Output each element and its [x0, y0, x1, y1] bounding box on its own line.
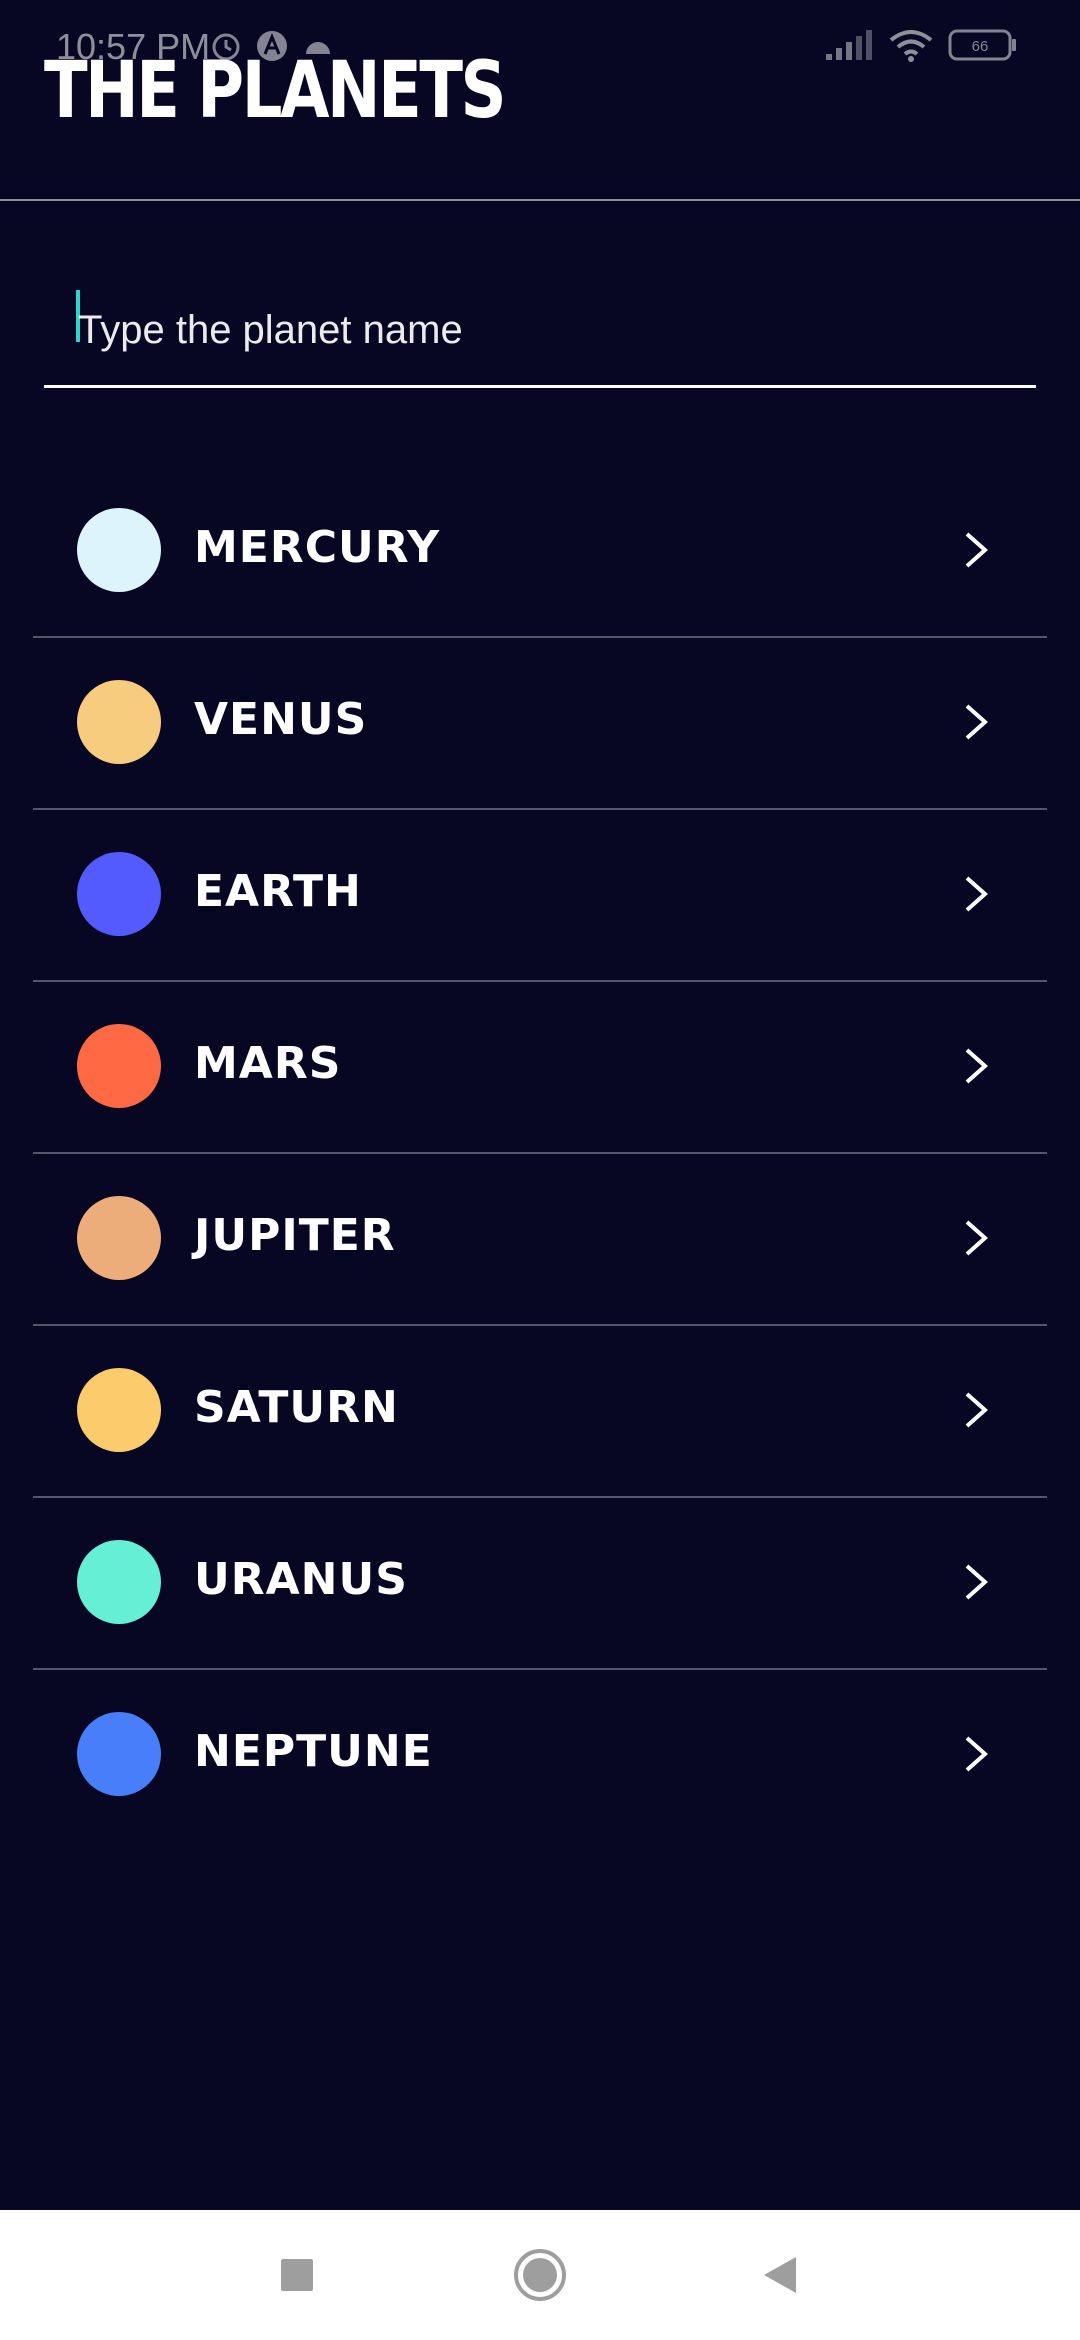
planet-name: NEPTUNE [194, 1726, 433, 1777]
planet-row-venus[interactable]: VENUS [33, 638, 1047, 810]
home-button[interactable] [505, 2240, 575, 2310]
recents-icon [281, 2259, 313, 2291]
planet-color-dot [77, 680, 161, 764]
planet-name: MERCURY [194, 522, 441, 573]
search-input[interactable] [78, 290, 1008, 370]
planet-color-dot [77, 1368, 161, 1452]
planet-color-dot [77, 1196, 161, 1280]
wifi-icon [889, 30, 933, 62]
planet-row-earth[interactable]: EARTH [33, 810, 1047, 982]
battery-level: 66 [972, 38, 989, 55]
planet-name: VENUS [194, 694, 368, 745]
chevron-right-icon [965, 1392, 989, 1428]
signal-icon [826, 30, 872, 60]
planet-color-dot [77, 1540, 161, 1624]
planet-row-mercury[interactable]: MERCURY [33, 466, 1047, 638]
planet-name: EARTH [194, 866, 362, 917]
back-button[interactable] [745, 2240, 815, 2310]
recents-button[interactable] [262, 2240, 332, 2310]
chevron-right-icon [965, 1048, 989, 1084]
planet-row-uranus[interactable]: URANUS [33, 1498, 1047, 1670]
battery-icon: 66 [948, 29, 1016, 61]
chevron-right-icon [965, 532, 989, 568]
planet-name: SATURN [194, 1382, 399, 1433]
planet-row-jupiter[interactable]: JUPITER [33, 1154, 1047, 1326]
planet-row-saturn[interactable]: SATURN [33, 1326, 1047, 1498]
header-divider [0, 199, 1080, 201]
planet-color-dot [77, 508, 161, 592]
planet-name: MARS [194, 1038, 342, 1089]
chevron-right-icon [965, 1564, 989, 1600]
planet-color-dot [77, 852, 161, 936]
status-icons-right: 66 [824, 28, 1018, 62]
chevron-right-icon [965, 704, 989, 740]
planet-name: URANUS [194, 1554, 408, 1605]
back-icon [764, 2257, 796, 2293]
planet-color-dot [77, 1024, 161, 1108]
planet-list: MERCURY VENUS EARTH MARS JUPITER SATURN … [33, 466, 1047, 1840]
planet-row-mars[interactable]: MARS [33, 982, 1047, 1154]
chevron-right-icon [965, 876, 989, 912]
chevron-right-icon [965, 1736, 989, 1772]
planet-color-dot [77, 1712, 161, 1796]
chevron-right-icon [965, 1220, 989, 1256]
home-icon [514, 2249, 566, 2301]
planet-row-neptune[interactable]: NEPTUNE [33, 1670, 1047, 1840]
app-title: THE PLANETS [44, 46, 507, 136]
system-nav-bar [0, 2210, 1080, 2340]
search-underline [44, 385, 1036, 388]
search-field [44, 280, 1036, 390]
planet-name: JUPITER [194, 1210, 396, 1261]
